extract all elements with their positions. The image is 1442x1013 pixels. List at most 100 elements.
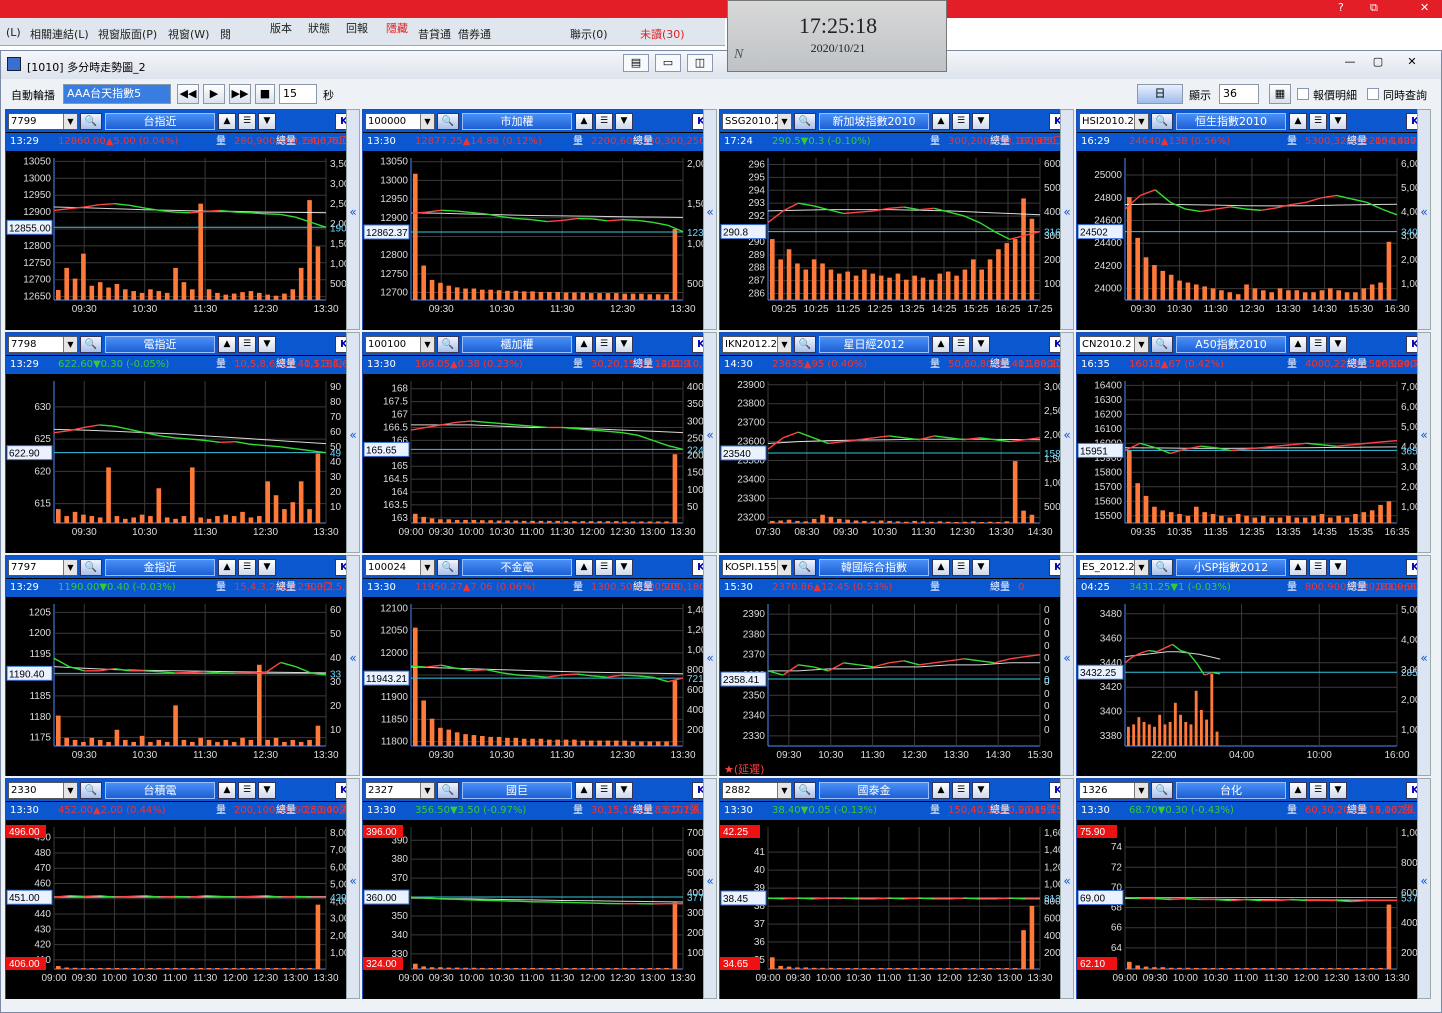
chevron-down-icon[interactable]: ▼ [258, 336, 276, 353]
triangle-up-icon[interactable]: ▲ [575, 559, 593, 576]
menu-item[interactable]: 昔貸通 [418, 26, 451, 42]
intraday-chart[interactable]: 09:35 10:35 11:35 12:35 13:35 14:35 15:35 16:35… [1077, 375, 1428, 553]
search-icon[interactable]: 🔍 [437, 113, 459, 130]
restore-icon[interactable]: ⧉ [1370, 1, 1378, 15]
menu-item[interactable]: 相關連結(L) [30, 26, 89, 42]
chevron-down-icon[interactable]: ▼ [420, 560, 434, 575]
collapse-strip[interactable]: « [703, 555, 717, 776]
symbol-input[interactable]: 2327 ▼ [365, 782, 435, 799]
symbol-name[interactable]: 台積電 [105, 782, 215, 799]
list-icon[interactable]: ☰ [952, 113, 970, 130]
menu-item[interactable]: 回報 [346, 20, 368, 36]
close-icon[interactable]: ✕ [1420, 1, 1429, 14]
chevron-down-icon[interactable]: ▼ [1329, 113, 1347, 130]
chevron-down-icon[interactable]: ▼ [63, 783, 77, 798]
symbol-name[interactable]: 星日經2012 [819, 336, 929, 353]
chevron-down-icon[interactable]: ▼ [972, 782, 990, 799]
menu-item[interactable]: (L) [6, 26, 21, 39]
intraday-chart[interactable]: 09:00 09:30 10:00 10:30 11:00 11:30 12:00 12:30… [720, 821, 1071, 999]
triangle-up-icon[interactable]: ▲ [1289, 113, 1307, 130]
maximize-icon[interactable]: ▢ [1365, 54, 1391, 72]
collapse-strip[interactable]: « [346, 109, 360, 330]
list-icon[interactable]: ☰ [952, 782, 970, 799]
list-icon[interactable]: ☰ [595, 336, 613, 353]
symbol-name[interactable]: 國泰金 [819, 782, 929, 799]
fast-forward-icon[interactable]: ▶▶ [229, 84, 251, 104]
intraday-chart[interactable]: 09:00 09:30 10:00 10:30 11:00 11:30 12:00 12:30… [363, 375, 714, 553]
triangle-up-icon[interactable]: ▲ [932, 782, 950, 799]
triangle-up-icon[interactable]: ▲ [932, 336, 950, 353]
collapse-strip[interactable]: « [1417, 332, 1431, 553]
intraday-chart[interactable]: 09:30 10:30 11:30 12:30 13:30 12100 12050 12000… [363, 598, 714, 776]
collapse-strip[interactable]: « [1060, 109, 1074, 330]
symbol-name[interactable]: 櫃加權 [462, 336, 572, 353]
chevron-down-icon[interactable]: ▼ [615, 113, 633, 130]
chevron-down-icon[interactable]: ▼ [777, 783, 791, 798]
chevron-down-icon[interactable]: ▼ [258, 782, 276, 799]
search-icon[interactable]: 🔍 [794, 559, 816, 576]
search-icon[interactable]: 🔍 [794, 336, 816, 353]
menu-item[interactable]: 閱 [220, 26, 231, 42]
triangle-up-icon[interactable]: ▲ [575, 336, 593, 353]
chevron-down-icon[interactable]: ▼ [615, 336, 633, 353]
collapse-strip[interactable]: « [1060, 778, 1074, 999]
list-icon[interactable]: ☰ [952, 559, 970, 576]
chevron-down-icon[interactable]: ▼ [777, 114, 791, 129]
search-icon[interactable]: 🔍 [794, 113, 816, 130]
list-icon[interactable]: ☰ [238, 559, 256, 576]
collapse-strip[interactable]: « [703, 109, 717, 330]
collapse-strip[interactable]: « [703, 778, 717, 999]
collapse-strip[interactable]: « [346, 332, 360, 553]
symbol-input[interactable]: CN2010.2 ▼ [1079, 336, 1149, 353]
close-window-icon[interactable]: ✕ [1399, 54, 1425, 72]
symbol-input[interactable]: 100000 ▼ [365, 113, 435, 130]
search-icon[interactable]: 🔍 [437, 336, 459, 353]
detail-checkbox[interactable] [1297, 88, 1309, 100]
chevron-down-icon[interactable]: ▼ [258, 113, 276, 130]
triangle-up-icon[interactable]: ▲ [575, 782, 593, 799]
symbol-input[interactable]: 1326 ▼ [1079, 782, 1149, 799]
symbol-name[interactable]: 台指近 [105, 113, 215, 130]
menu-item[interactable]: 視窗版面(P) [98, 26, 157, 42]
chevron-down-icon[interactable]: ▼ [1329, 782, 1347, 799]
intraday-chart[interactable]: 09:00 09:30 10:00 10:30 11:00 11:30 12:00 12:30… [363, 821, 714, 999]
list-icon[interactable]: ☰ [1309, 336, 1327, 353]
symbol-input[interactable]: 7797 ▼ [8, 559, 78, 576]
symbol-input[interactable]: 2882 ▼ [722, 782, 792, 799]
intraday-chart[interactable]: 09:00 09:30 10:00 10:30 11:00 11:30 12:00 12:30… [6, 821, 357, 999]
list-icon[interactable]: ☰ [1309, 782, 1327, 799]
chevron-down-icon[interactable]: ▼ [63, 560, 77, 575]
triangle-up-icon[interactable]: ▲ [1289, 782, 1307, 799]
triangle-up-icon[interactable]: ▲ [1289, 336, 1307, 353]
list-icon[interactable]: ☰ [595, 782, 613, 799]
stop-icon[interactable]: ■ [255, 84, 275, 104]
help-icon[interactable]: ? [1338, 1, 1344, 14]
intraday-chart[interactable]: 09:30 10:30 11:30 12:30 13:30 13050 13000 12950… [363, 152, 714, 330]
interval-input[interactable]: 15 [279, 84, 317, 104]
search-icon[interactable]: 🔍 [80, 113, 102, 130]
list-icon[interactable]: ☰ [595, 559, 613, 576]
period-select[interactable]: 日 [1137, 84, 1183, 104]
triangle-up-icon[interactable]: ▲ [218, 782, 236, 799]
chevron-down-icon[interactable]: ▼ [777, 337, 791, 352]
intraday-chart[interactable]: 09:30 10:30 11:30 12:30 13:30 14:30 15:30 2390 2… [720, 598, 1071, 776]
triangle-up-icon[interactable]: ▲ [575, 113, 593, 130]
symbol-name[interactable]: 市加權 [462, 113, 572, 130]
list-icon[interactable]: ☰ [1309, 113, 1327, 130]
search-icon[interactable]: 🔍 [1151, 113, 1173, 130]
search-icon[interactable]: 🔍 [1151, 559, 1173, 576]
chevron-down-icon[interactable]: ▼ [1134, 337, 1148, 352]
search-icon[interactable]: 🔍 [437, 559, 459, 576]
menu-item[interactable]: 版本 [270, 20, 292, 36]
symbol-name[interactable]: 韓國綜合指數 [819, 559, 929, 576]
intraday-chart[interactable]: 09:30 10:30 11:30 12:30 13:30 630 625 620 615 90 8… [6, 375, 357, 553]
triangle-up-icon[interactable]: ▲ [218, 336, 236, 353]
menu-item[interactable]: 狀態 [308, 20, 330, 36]
list-icon[interactable]: ☰ [238, 782, 256, 799]
chevron-down-icon[interactable]: ▼ [1134, 114, 1148, 129]
menu-item[interactable]: 隱藏 [386, 20, 408, 36]
menu-item[interactable]: 借券通 [458, 26, 491, 42]
collapse-strip[interactable]: « [703, 332, 717, 553]
minimize-icon[interactable]: — [1337, 54, 1363, 72]
symbol-name[interactable]: 台化 [1176, 782, 1286, 799]
